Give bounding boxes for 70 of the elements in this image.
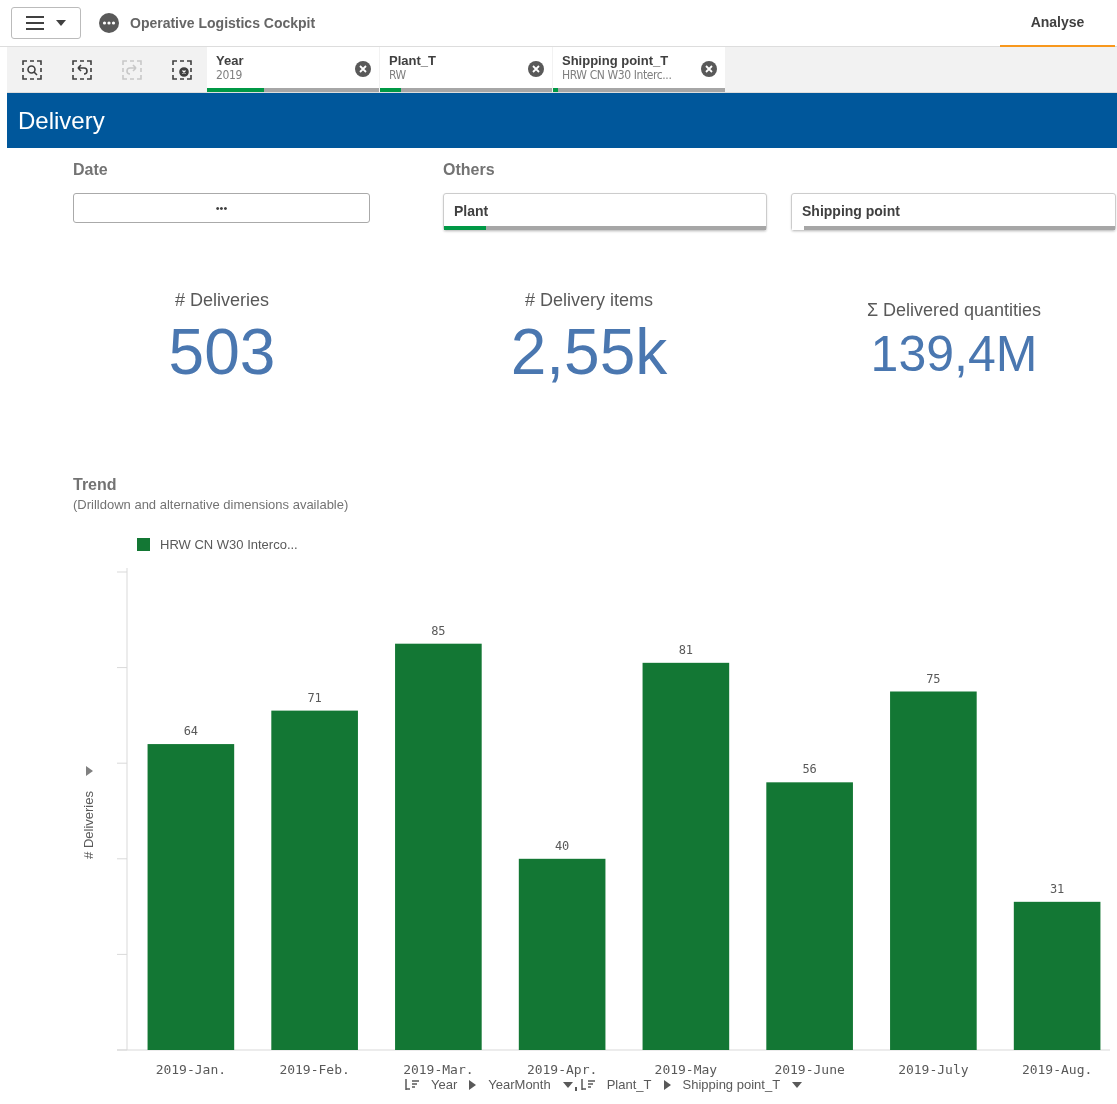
clear-selection-icon[interactable]: [355, 61, 371, 77]
selection-field: Year: [216, 53, 355, 68]
arrow-right-icon: [469, 1079, 477, 1090]
clear-icon: [172, 59, 192, 80]
selection-chip[interactable]: Shipping point_T HRW CN W30 Interc...: [553, 47, 725, 92]
data-label: 31: [1049, 881, 1065, 896]
filter-label: Date: [73, 161, 109, 179]
x-axis-label: 2019-June: [774, 1062, 845, 1077]
caret-icon[interactable]: [562, 1081, 573, 1088]
kpi-value: 139,4M: [870, 325, 1038, 383]
data-label: 64: [183, 724, 199, 739]
chart-title: Trend: [73, 476, 118, 494]
selection-chip[interactable]: Plant_T RW: [380, 47, 552, 92]
x-axis-label: 2019-Mar.: [403, 1062, 474, 1077]
clear-selection-icon[interactable]: [528, 61, 544, 77]
bar[interactable]: [518, 858, 606, 1050]
bar[interactable]: [147, 744, 235, 1050]
filter-title: Plant: [454, 203, 489, 219]
selection-chip[interactable]: Year 2019: [207, 47, 379, 92]
x-axis-label: 2019-July: [898, 1062, 969, 1077]
drilldown-icon: [580, 1079, 595, 1090]
data-label: 40: [554, 838, 570, 853]
filter-pane[interactable]: Shipping point: [791, 193, 1116, 231]
data-label: 75: [926, 671, 941, 686]
selection-field: Shipping point_T: [562, 53, 701, 68]
kpi-value: 503: [168, 315, 276, 389]
bar[interactable]: [642, 662, 730, 1050]
x-axis-label: 2019-Feb.: [279, 1062, 350, 1077]
arrow-right-icon: [663, 1079, 671, 1090]
date-filter-button[interactable]: •••: [73, 193, 370, 223]
dimension-label[interactable]: Plant_T: [606, 1077, 652, 1092]
bar[interactable]: [1013, 901, 1101, 1050]
caret-icon: [56, 20, 66, 26]
selection-value: 2019: [216, 68, 243, 82]
drilldown-icon: [405, 1079, 419, 1090]
data-label: 85: [431, 623, 446, 638]
filter-pane[interactable]: Plant: [443, 193, 767, 231]
data-label: 81: [678, 642, 694, 657]
data-label: 71: [307, 690, 322, 705]
x-axis-label: 2019-Aug.: [1021, 1062, 1093, 1077]
data-label: 56: [802, 762, 817, 777]
dimension-label[interactable]: YearMonth: [488, 1077, 551, 1092]
kpi-label: # Delivery items: [525, 290, 653, 311]
selection-value: RW: [389, 68, 407, 82]
chart-subtitle: (Drilldown and alternative dimensions available): [73, 497, 350, 512]
search-icon: [22, 59, 42, 80]
legend-label[interactable]: HRW CN W30 Interco...: [160, 537, 298, 552]
x-axis-label: 2019-May: [654, 1062, 718, 1077]
selection-value: HRW CN W30 Interc...: [562, 68, 673, 82]
menu-button[interactable]: [11, 7, 81, 39]
expand-arrow-icon[interactable]: [86, 766, 93, 776]
more-icon[interactable]: [99, 13, 119, 33]
dimension-label[interactable]: Year: [431, 1077, 458, 1092]
selection-field: Plant_T: [389, 53, 528, 68]
filter-label: Others: [443, 161, 496, 179]
menu-icon: [26, 16, 44, 30]
sheet-title: Delivery: [18, 106, 105, 135]
redo-arrow-icon: [122, 59, 142, 80]
kpi-label: # Deliveries: [174, 290, 269, 311]
clear-selection-icon[interactable]: [701, 61, 717, 77]
x-axis-label: 2019-Jan.: [155, 1062, 227, 1077]
kpi-label: Σ Delivered quantities: [866, 300, 1042, 321]
app-title: Operative Logistics Cockpit: [130, 15, 316, 31]
undo-arrow-icon: [72, 59, 92, 80]
dimension-label[interactable]: Shipping point_T: [682, 1077, 781, 1092]
caret-icon[interactable]: [792, 1081, 803, 1088]
y-axis-title: # Deliveries: [81, 791, 96, 859]
filter-title: Shipping point: [802, 203, 900, 219]
x-axis-label: 2019-Apr.: [526, 1062, 598, 1077]
kpi-value: 2,55k: [510, 315, 668, 389]
